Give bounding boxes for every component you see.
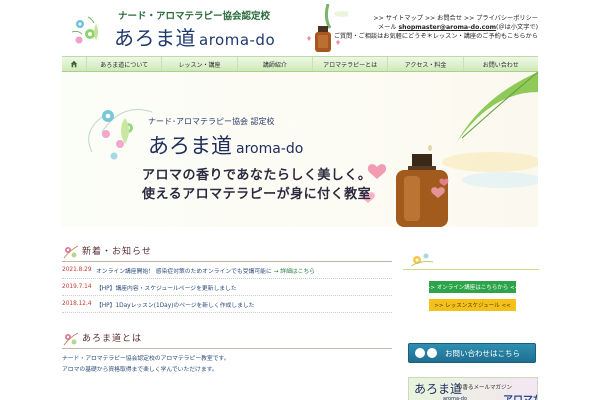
header-mail-line: メール shopmaster@aroma-do.com(＠は小文字で): [334, 23, 538, 32]
nav-item-lessons[interactable]: レッスン・講座: [161, 57, 236, 71]
flower-deco-icon: [63, 332, 79, 346]
mail-suffix: (＠は小文字で): [496, 24, 538, 31]
flower-logo-icon: [71, 16, 98, 44]
nav-item-contact[interactable]: お問い合わせ: [462, 57, 538, 71]
news-item[interactable]: 2018.12.4 【HP】1Dayレッスン(1Day)のページを新しく作成しま…: [62, 296, 392, 313]
nav-item-instructor[interactable]: 講師紹介: [236, 57, 312, 71]
hero-title-roman: aroma-do: [236, 141, 304, 157]
mag-subtitle: の香るメールマガジン: [457, 385, 513, 391]
hero-subtitle: ナード･アロマテラピー協会 認定校: [148, 117, 275, 126]
home-icon: [70, 60, 78, 68]
nav-item-about[interactable]: あろま道について: [86, 57, 161, 71]
hero-banner: ナード･アロマテラピー協会 認定校 あろま道 aroma-do アロマの香りであな…: [62, 72, 538, 227]
info-line: ナード・アロマテラピー協会認定校のアロマテラピー教室です。: [62, 356, 230, 362]
logo-subtitle: ナード・アロマテラピー協会認定校: [118, 11, 271, 22]
hero-catch-line-1: アロマの香りであなたらしく美しく。: [142, 168, 372, 183]
phone-mail-icon: [415, 348, 437, 358]
info-text: ナード・アロマテラピー協会認定校のアロマテラピー教室です。 アロマの基礎から資格…: [62, 354, 392, 376]
mail-magazine-banner[interactable]: あろま道 の香るメールマガジン アロマだ aroma-do: [408, 377, 538, 400]
sidebar: >> オンライン講座はこちらから << >> レッスンスケジュール << お問い…: [403, 240, 539, 400]
news-date: 2021.8.29: [62, 267, 92, 273]
contact-button-label: お問い合わせはこちら: [445, 348, 520, 358]
schedule-button[interactable]: >> レッスンスケジュール <<: [429, 299, 516, 311]
news-title: 新着・お知らせ: [82, 247, 152, 257]
flower-deco-icon: [63, 245, 79, 259]
news-text: 【HP】講座内容・スケジュールページを更新しました: [96, 285, 237, 292]
header-links: >> サイトマップ >> お問合せ >> プライバシーポリシー メール shop…: [334, 14, 538, 41]
logo-title: あろま道 aroma-do: [114, 22, 275, 51]
news-item[interactable]: 2021.8.29 オンライン講座開始！ 感染症対策のためオンラインでも受講可能…: [62, 262, 392, 279]
news-text: 【HP】1Dayレッスン(1Day)のページを新しく作成しました: [96, 302, 255, 309]
mag-title: あろま道: [414, 382, 463, 396]
mag-big-text: アロマだ: [503, 391, 537, 400]
info-title: あろま道とは: [82, 334, 143, 344]
news-text: オンライン講座開始！ 感染症対策のためオンラインでも受講可能に → 詳細はこちら: [96, 268, 316, 275]
logo-title-jp: あろま道: [114, 26, 196, 50]
hero-title: あろま道 aroma-do: [148, 130, 303, 160]
news-date: 2018.12.4: [62, 301, 92, 307]
flower-deco-icon: [410, 253, 434, 267]
hero-catchphrase: アロマの香りであなたらしく美しく。 使えるアロマテラピーが身に付く教室: [142, 166, 371, 204]
mag-roman: aroma-do: [443, 396, 468, 400]
hero-catch-line-2: 使えるアロマテラピーが身に付く教室: [142, 187, 372, 202]
nav-item-access[interactable]: アクセス・料金: [387, 57, 462, 71]
nav-home[interactable]: [62, 57, 86, 71]
global-nav: あろま道について レッスン・講座 講師紹介 アロマテラピーとは アクセス・料金 …: [62, 56, 538, 72]
online-course-button[interactable]: >> オンライン講座はこちらから <<: [426, 281, 519, 293]
site-logo[interactable]: ナード・アロマテラピー協会認定校 あろま道 aroma-do: [70, 6, 320, 52]
breadcrumb-links[interactable]: >> サイトマップ >> お問合せ >> プライバシーポリシー: [334, 14, 538, 23]
main-content: 新着・お知らせ 2021.8.29 オンライン講座開始！ 感染症対策のためオンラ…: [62, 240, 392, 376]
hero-title-jp: あろま道: [148, 134, 232, 158]
info-heading: あろま道とは: [62, 327, 392, 349]
nav-item-aromatherapy[interactable]: アロマテラピーとは: [311, 57, 387, 71]
news-date: 2019.7.14: [62, 284, 92, 290]
info-line: アロマの基礎から資格取得まで楽しく学んでいただけます。: [62, 367, 218, 373]
news-heading: 新着・お知らせ: [62, 240, 392, 262]
contact-button[interactable]: お問い合わせはこちら: [408, 343, 536, 363]
news-item[interactable]: 2019.7.14 【HP】講座内容・スケジュールページを更新しました: [62, 279, 392, 296]
mail-link[interactable]: shopmaster@aroma-do.com: [399, 24, 497, 31]
sidebar-heading: [403, 240, 539, 270]
site-header: ナード・アロマテラピー協会認定校 あろま道 aroma-do >> サイトマップ …: [0, 0, 600, 56]
contact-note: ご質問・ご相談はお気軽にどうぞ＊レッスン・講座のご予約もこちらから: [333, 33, 538, 40]
mail-prefix: メール: [377, 24, 397, 31]
logo-title-roman: aroma-do: [199, 31, 276, 49]
